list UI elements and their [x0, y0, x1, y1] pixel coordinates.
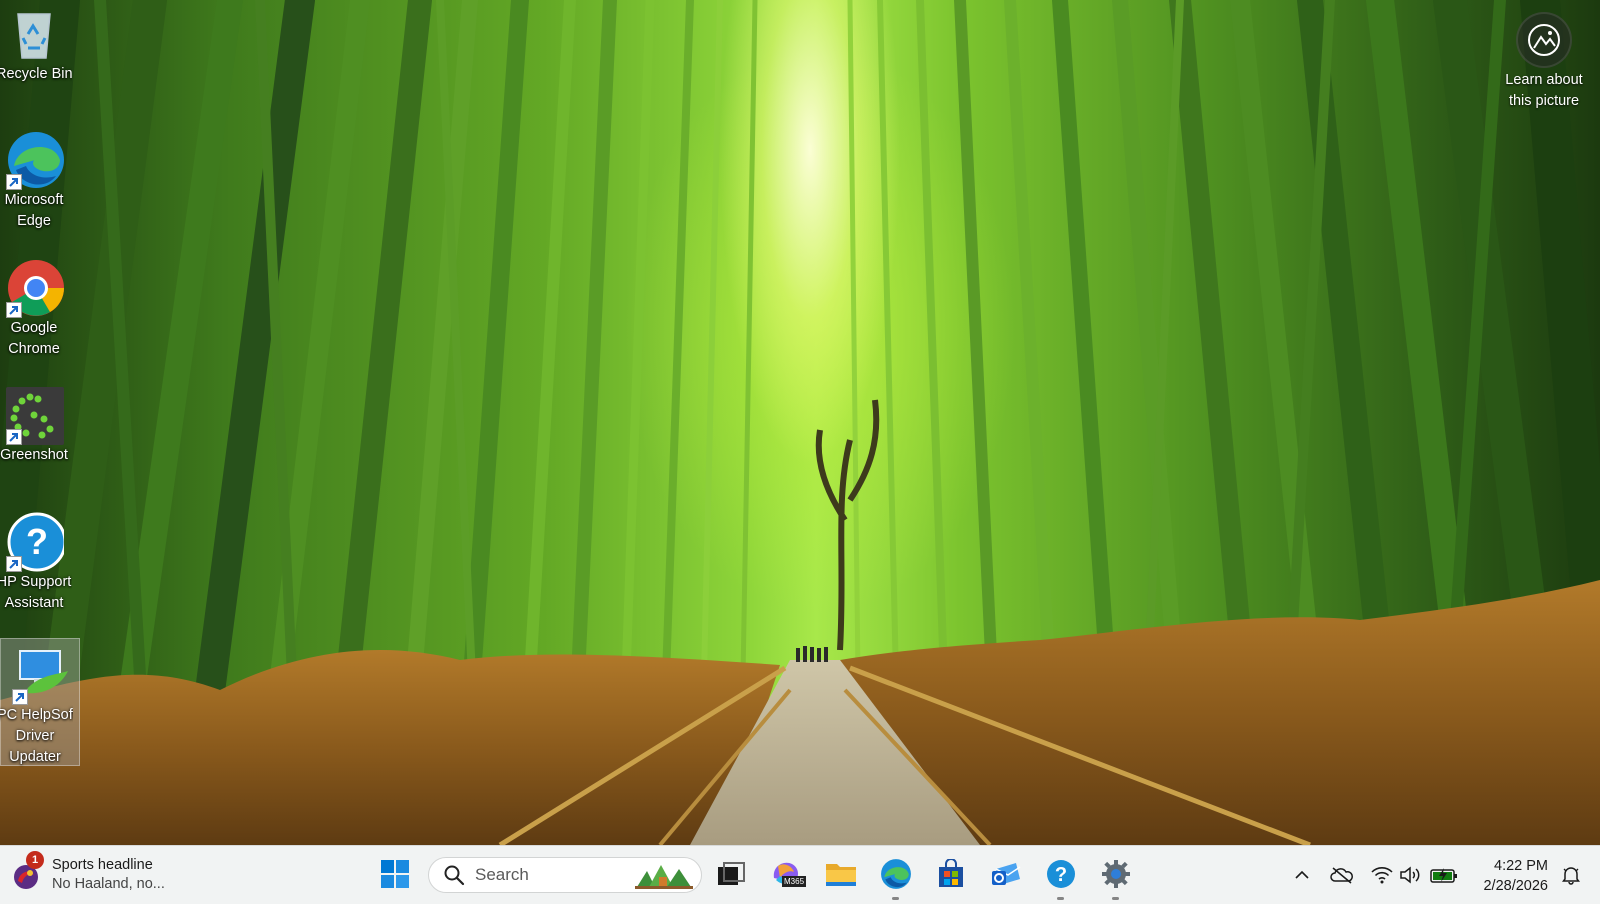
- show-hidden-icons-button[interactable]: [1286, 859, 1318, 891]
- desktop-icon-recycle-bin[interactable]: Recycle Bin: [0, 4, 72, 85]
- svg-text:?: ?: [1055, 864, 1067, 886]
- driver-label-line3: Updater: [9, 749, 61, 765]
- shortcut-arrow-icon: [6, 174, 22, 190]
- gear-icon: [1102, 860, 1130, 888]
- chevron-up-icon: [1295, 870, 1309, 879]
- chrome-label-line1: Google: [10, 320, 58, 336]
- hp-label-line2: Assistant: [4, 595, 64, 611]
- widgets-button[interactable]: 1 Sports headline No Haaland, no...: [10, 851, 165, 898]
- store-button[interactable]: [929, 852, 973, 896]
- desktop-wallpaper: [0, 0, 1600, 845]
- taskbar: 1 Sports headline No Haaland, no... Sear…: [0, 845, 1600, 904]
- edge-icon: [881, 859, 911, 889]
- notification-bell-icon: [1562, 867, 1580, 885]
- widget-subtext: No Haaland, no...: [52, 876, 165, 892]
- windows-logo-icon: [381, 860, 409, 888]
- battery-charging-icon: [1430, 868, 1457, 883]
- desktop-icon-google-chrome[interactable]: Google Chrome: [0, 258, 68, 360]
- file-explorer-button[interactable]: [819, 852, 863, 896]
- store-icon: [939, 859, 963, 887]
- task-view-button[interactable]: [709, 852, 753, 896]
- bamboo-forest-image: [0, 0, 1600, 845]
- camera-info-icon: [1516, 12, 1572, 68]
- edge-taskbar-button[interactable]: [874, 852, 918, 900]
- search-placeholder: Search: [475, 865, 529, 884]
- running-indicator: [892, 897, 899, 900]
- learn-about-picture[interactable]: Learn about this picture: [1494, 12, 1594, 112]
- shortcut-arrow-icon: [6, 429, 22, 445]
- task-view-icon: [718, 862, 745, 885]
- learn-about-line1: Learn about: [1505, 72, 1583, 88]
- desktop-icon-driver-updater[interactable]: PC HelpSoft Driver Updater: [0, 638, 80, 766]
- shortcut-arrow-icon: [6, 302, 22, 318]
- shortcut-arrow-icon: [6, 556, 22, 572]
- outlook-icon: [992, 863, 1021, 885]
- running-indicator: [1057, 897, 1064, 900]
- recycle-bin-label: Recycle Bin: [0, 66, 72, 82]
- edge-label-line2: Edge: [17, 213, 51, 229]
- clock-date: 2/28/2026: [1483, 878, 1548, 894]
- notifications-button[interactable]: [1556, 859, 1586, 891]
- widget-headline: Sports headline: [52, 857, 153, 873]
- taskbar-clock[interactable]: 4:22 PM 2/28/2026: [1468, 856, 1548, 896]
- volume-tray-button[interactable]: [1394, 859, 1426, 891]
- chrome-icon: [4, 258, 64, 318]
- search-icon: [444, 865, 465, 886]
- driver-label-line2: Driver: [15, 728, 55, 744]
- edge-icon: [4, 130, 64, 190]
- news-widget-icon: 1: [10, 851, 44, 891]
- m365-app-button[interactable]: M365: [764, 852, 808, 896]
- hp-label-line1: HP Support: [0, 574, 72, 590]
- driver-label-line1: PC HelpSoft: [0, 707, 73, 723]
- settings-button[interactable]: [1094, 852, 1138, 900]
- svg-text:?: ?: [26, 521, 48, 562]
- learn-about-line2: this picture: [1508, 93, 1580, 109]
- running-indicator: [1112, 897, 1119, 900]
- edge-label-line1: Microsoft: [4, 192, 64, 208]
- desktop-icon-hp-support-assistant[interactable]: ? HP Support Assistant: [0, 512, 71, 614]
- hp-support-icon: ?: [1047, 860, 1075, 888]
- driver-updater-icon: [10, 645, 70, 705]
- notification-badge: 1: [26, 851, 44, 869]
- clock-time: 4:22 PM: [1494, 858, 1548, 874]
- greenshot-label: Greenshot: [0, 447, 68, 463]
- battery-tray-button[interactable]: [1428, 859, 1460, 891]
- greenshot-icon: [4, 385, 64, 445]
- m365-label: M365: [782, 876, 807, 887]
- hp-support-taskbar-button[interactable]: ?: [1039, 852, 1083, 900]
- shortcut-arrow-icon: [12, 689, 28, 705]
- desktop-icon-microsoft-edge[interactable]: Microsoft Edge: [0, 130, 68, 232]
- taskbar-search-box[interactable]: Search: [428, 857, 702, 893]
- search-highlight-icon: [635, 865, 693, 889]
- start-button[interactable]: [373, 852, 417, 896]
- hp-support-icon: ?: [4, 512, 67, 572]
- folder-icon: [826, 864, 856, 886]
- recycle-bin-icon: [4, 4, 64, 64]
- onedrive-tray-button[interactable]: [1326, 859, 1358, 891]
- wifi-icon: [1371, 867, 1393, 884]
- outlook-button[interactable]: [984, 852, 1028, 896]
- desktop-icon-greenshot[interactable]: Greenshot: [0, 385, 68, 466]
- chrome-label-line2: Chrome: [8, 341, 60, 357]
- onedrive-offline-icon: [1330, 867, 1353, 884]
- volume-icon: [1400, 866, 1420, 884]
